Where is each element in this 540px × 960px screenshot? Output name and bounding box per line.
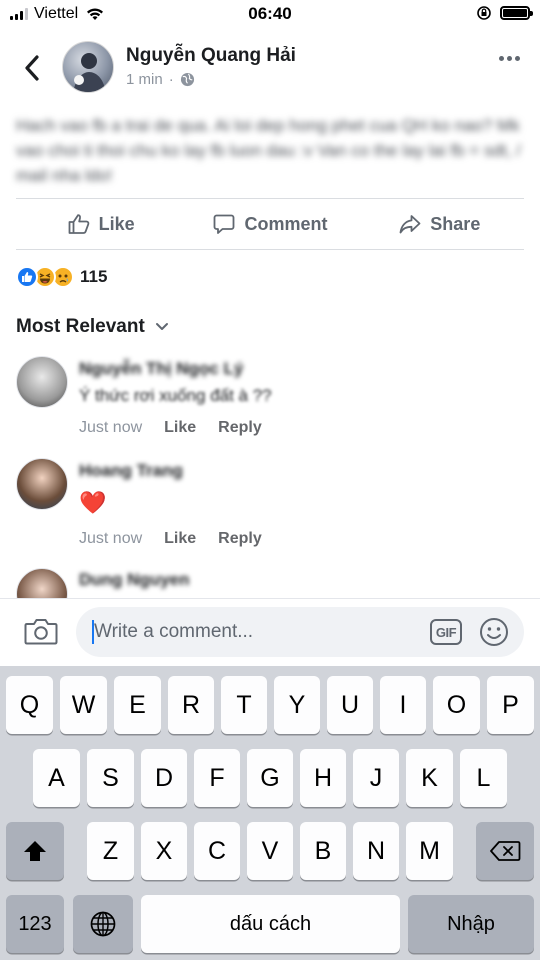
key-k[interactable]: K	[406, 749, 453, 807]
key-r[interactable]: R	[168, 676, 214, 734]
chevron-left-icon	[25, 55, 39, 81]
key-q[interactable]: Q	[6, 676, 53, 734]
key-d[interactable]: D	[141, 749, 187, 807]
post-action-bar: Like Comment Share	[16, 198, 524, 250]
key-n[interactable]: N	[353, 822, 399, 880]
key-o[interactable]: O	[433, 676, 480, 734]
comment-composer: GIF	[0, 598, 540, 666]
key-m[interactable]: M	[406, 822, 453, 880]
return-key[interactable]: Nhập	[408, 895, 534, 953]
globe-icon	[90, 911, 116, 937]
commenter-avatar[interactable]	[16, 568, 68, 598]
key-p[interactable]: P	[487, 676, 534, 734]
like-reaction-icon	[16, 266, 38, 288]
commenter-name[interactable]: Dung Nguyen	[79, 570, 190, 590]
comment-meta: Just now Like Reply	[79, 419, 262, 437]
like-label: Like	[98, 213, 135, 234]
comment-label: Comment	[244, 213, 328, 234]
commenter-avatar[interactable]	[16, 356, 68, 408]
meta-separator: ·	[168, 71, 174, 88]
status-bar: Viettel 06:40	[0, 0, 540, 30]
post-time: 1 min	[126, 71, 163, 88]
comment-bubble-icon	[214, 214, 235, 234]
comment-text: Ý thức rơi xuống đất à ??	[79, 386, 272, 405]
onscreen-keyboard: Q W E R T Y U I O P A S D F G H J K L Z …	[0, 666, 540, 960]
shift-arrow-icon	[24, 841, 46, 861]
gif-button[interactable]: GIF	[430, 619, 462, 645]
more-options-button[interactable]	[499, 56, 520, 61]
comment-sort-dropdown[interactable]: Most Relevant	[16, 316, 169, 338]
comment-like-button[interactable]: Like	[164, 419, 196, 437]
key-c[interactable]: C	[194, 822, 240, 880]
comment-input[interactable]	[94, 607, 424, 657]
commenter-name[interactable]: Hoang Trang	[79, 461, 183, 481]
author-avatar[interactable]	[62, 41, 114, 93]
key-y[interactable]: Y	[274, 676, 320, 734]
reaction-count: 115	[80, 267, 108, 286]
reactions-summary[interactable]: 115	[16, 264, 107, 290]
battery-icon	[500, 6, 533, 20]
key-v[interactable]: V	[247, 822, 293, 880]
comment-list: Nguyễn Thị Ngọc Lý Ý thức rơi xuống đất …	[0, 350, 540, 598]
comment-like-button[interactable]: Like	[164, 530, 196, 548]
key-h[interactable]: H	[300, 749, 346, 807]
status-time: 06:40	[248, 4, 292, 23]
comment-reply-button[interactable]: Reply	[218, 530, 262, 548]
thumbs-up-icon	[68, 214, 89, 234]
share-arrow-icon	[399, 215, 421, 234]
back-button[interactable]	[18, 52, 46, 84]
comment-reply-button[interactable]: Reply	[218, 419, 262, 437]
post-meta: 1 min ·	[126, 71, 195, 88]
orientation-lock-icon	[477, 6, 491, 20]
sort-label: Most Relevant	[16, 316, 145, 337]
key-w[interactable]: W	[60, 676, 107, 734]
status-right	[476, 5, 533, 21]
globe-icon	[180, 72, 194, 87]
key-i[interactable]: I	[380, 676, 426, 734]
backspace-icon	[490, 841, 521, 861]
backspace-key[interactable]	[476, 822, 534, 880]
camera-icon[interactable]	[24, 616, 58, 646]
comment-meta: Just now Like Reply	[79, 530, 262, 548]
key-j[interactable]: J	[353, 749, 399, 807]
comment-button[interactable]: Comment	[185, 199, 354, 249]
emoji-icon[interactable]	[478, 616, 510, 648]
key-x[interactable]: X	[141, 822, 187, 880]
author-name[interactable]: Nguyễn Quang Hải	[126, 45, 296, 67]
comment-time: Just now	[79, 419, 143, 436]
share-label: Share	[430, 213, 481, 234]
commenter-avatar[interactable]	[16, 458, 68, 510]
globe-key[interactable]	[73, 895, 133, 953]
chevron-down-icon	[155, 323, 168, 330]
shift-key[interactable]	[6, 822, 64, 880]
comment-time: Just now	[79, 530, 143, 547]
key-g[interactable]: G	[247, 749, 293, 807]
comment-box[interactable]: GIF	[76, 607, 524, 657]
space-key[interactable]: dấu cách	[141, 895, 400, 953]
key-b[interactable]: B	[300, 822, 346, 880]
post-text: Hach vao fb a trai de qua. Ai loi dep ho…	[16, 116, 521, 185]
key-s[interactable]: S	[87, 749, 134, 807]
numbers-key[interactable]: 123	[6, 895, 64, 953]
avatar-photo-icon	[73, 53, 106, 92]
share-button[interactable]: Share	[355, 199, 524, 249]
key-u[interactable]: U	[327, 676, 373, 734]
key-e[interactable]: E	[114, 676, 161, 734]
post-header: Nguyễn Quang Hải 1 min ·	[0, 38, 540, 102]
key-l[interactable]: L	[460, 749, 507, 807]
key-t[interactable]: T	[221, 676, 267, 734]
key-z[interactable]: Z	[87, 822, 134, 880]
key-f[interactable]: F	[194, 749, 240, 807]
like-button[interactable]: Like	[16, 199, 185, 249]
heart-emoji: ❤️	[79, 490, 107, 515]
key-a[interactable]: A	[33, 749, 80, 807]
commenter-name[interactable]: Nguyễn Thị Ngọc Lý	[79, 359, 243, 379]
